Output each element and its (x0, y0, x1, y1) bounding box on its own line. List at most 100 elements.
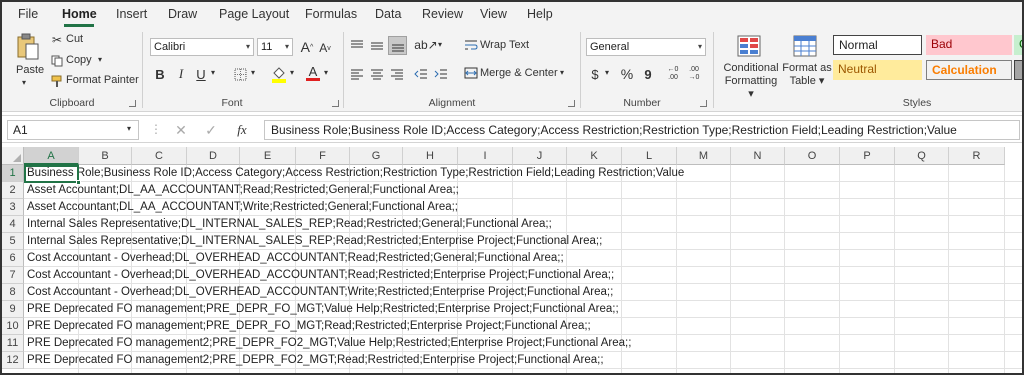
style-normal[interactable]: Normal (833, 35, 922, 55)
middle-align-icon[interactable] (369, 38, 385, 54)
font-color-icon[interactable]: A (305, 63, 321, 83)
cell-a7[interactable]: Cost Accountant - Overhead;DL_OVERHEAD_A… (27, 267, 614, 284)
align-right-icon[interactable] (389, 66, 405, 82)
enter-icon[interactable]: ✓ (204, 122, 218, 138)
comma-style-button[interactable]: 9 (642, 65, 654, 83)
increase-decimal-button[interactable]: ←0 .00 (664, 65, 682, 83)
insert-function-icon[interactable]: fx (234, 122, 250, 138)
alignment-launcher-icon[interactable] (568, 100, 575, 107)
column-header-i[interactable]: I (458, 147, 513, 165)
cut-button[interactable]: Cut (66, 33, 83, 45)
column-header-c[interactable]: C (132, 147, 187, 165)
row-header[interactable]: 10 (2, 318, 24, 335)
number-launcher-icon[interactable] (700, 100, 707, 107)
grow-font-icon[interactable]: A ^ (299, 38, 315, 56)
fill-color-dropdown-icon[interactable]: ▾ (290, 68, 294, 77)
column-header-d[interactable]: D (187, 147, 240, 165)
copy-button[interactable]: Copy (66, 54, 92, 66)
bottom-align-icon[interactable] (388, 36, 407, 55)
column-header-g[interactable]: G (350, 147, 403, 165)
tab-view[interactable]: View (480, 7, 507, 21)
cell-a4[interactable]: Internal Sales Representative;DL_INTERNA… (27, 216, 552, 233)
format-as-table-button[interactable]: Format as Table ▾ (782, 62, 832, 88)
column-header-b[interactable]: B (79, 147, 132, 165)
paste-button[interactable]: Paste (16, 64, 44, 76)
column-header-p[interactable]: P (840, 147, 895, 165)
tab-formulas[interactable]: Formulas (305, 7, 357, 21)
column-header-k[interactable]: K (567, 147, 622, 165)
tab-help[interactable]: Help (527, 7, 553, 21)
borders-dropdown-icon[interactable]: ▾ (251, 68, 255, 77)
underline-dropdown-icon[interactable]: ▾ (211, 68, 215, 77)
tab-insert[interactable]: Insert (116, 7, 147, 21)
column-header-q[interactable]: Q (895, 147, 949, 165)
font-color-dropdown-icon[interactable]: ▾ (324, 68, 328, 77)
fill-handle[interactable] (76, 180, 81, 185)
column-header-o[interactable]: O (785, 147, 840, 165)
shrink-font-icon[interactable]: Av (318, 39, 332, 57)
column-header-a[interactable]: A (24, 147, 79, 165)
number-format-select[interactable]: General ▾ (586, 38, 706, 56)
decrease-indent-icon[interactable] (413, 66, 429, 82)
cell-a12[interactable]: PRE Deprecated FO management2;PRE_DEPR_F… (27, 352, 604, 369)
row-header[interactable]: 5 (2, 233, 24, 250)
align-center-icon[interactable] (369, 66, 385, 82)
row-header[interactable]: 1 (2, 165, 24, 182)
cancel-icon[interactable]: ✕ (174, 122, 188, 138)
row-header[interactable]: 11 (2, 335, 24, 352)
row-header[interactable]: 2 (2, 182, 24, 199)
merge-center-button[interactable]: Merge & Center (480, 67, 558, 79)
cell-a6[interactable]: Cost Accountant - Overhead;DL_OVERHEAD_A… (27, 250, 564, 267)
font-launcher-icon[interactable] (332, 100, 339, 107)
orientation-icon[interactable]: ab↗ (414, 37, 437, 53)
font-size-select[interactable]: 11 ▾ (257, 38, 293, 56)
align-left-icon[interactable] (349, 66, 365, 82)
style-neutral[interactable]: Neutral (833, 60, 922, 80)
cell-a11[interactable]: PRE Deprecated FO management2;PRE_DEPR_F… (27, 335, 631, 352)
top-align-icon[interactable] (349, 38, 365, 54)
select-all-button[interactable] (2, 147, 24, 165)
cell-a2[interactable]: Asset Accountant;DL_AA_ACCOUNTANT;Read;R… (27, 182, 459, 199)
fill-color-icon[interactable] (270, 64, 288, 84)
percent-button[interactable]: % (619, 65, 635, 83)
name-box[interactable]: A1 (7, 120, 139, 140)
bold-button[interactable]: B (153, 65, 167, 83)
row-header[interactable]: 4 (2, 216, 24, 233)
column-header-l[interactable]: L (622, 147, 677, 165)
font-name-select[interactable]: Calibri ▾ (150, 38, 254, 56)
cell-a1[interactable]: Business Role;Business Role ID;Access Ca… (27, 165, 684, 182)
column-header-h[interactable]: H (403, 147, 458, 165)
currency-dropdown-icon[interactable]: ▾ (605, 68, 609, 77)
tab-file[interactable]: File (18, 7, 38, 21)
borders-icon[interactable] (232, 65, 248, 83)
cell-a3[interactable]: Asset Accountant;DL_AA_ACCOUNTANT;Write;… (27, 199, 458, 216)
tab-review[interactable]: Review (422, 7, 463, 21)
row-header[interactable]: 12 (2, 352, 24, 369)
tab-page-layout[interactable]: Page Layout (219, 7, 289, 21)
column-header-n[interactable]: N (731, 147, 785, 165)
style-check-cell[interactable] (1014, 60, 1022, 80)
row-header[interactable]: 3 (2, 199, 24, 216)
format-painter-button[interactable]: Format Painter (66, 74, 139, 86)
formula-input[interactable]: Business Role;Business Role ID;Access Ca… (264, 120, 1020, 140)
conditional-formatting-button[interactable]: Conditional Formatting ▾ (722, 62, 780, 101)
column-header-e[interactable]: E (240, 147, 296, 165)
row-header[interactable]: 8 (2, 284, 24, 301)
wrap-text-button[interactable]: Wrap Text (480, 39, 529, 51)
decrease-decimal-button[interactable]: .00 →0 (685, 65, 703, 83)
name-box-dropdown-icon[interactable]: ▾ (127, 124, 131, 133)
style-calculation[interactable]: Calculation (926, 60, 1012, 80)
column-header-r[interactable]: R (949, 147, 1005, 165)
column-header-j[interactable]: J (513, 147, 567, 165)
clipboard-launcher-icon[interactable] (129, 100, 136, 107)
cell-a10[interactable]: PRE Deprecated FO management;PRE_DEPR_FO… (27, 318, 591, 335)
row-header[interactable]: 6 (2, 250, 24, 267)
cell-a5[interactable]: Internal Sales Representative;DL_INTERNA… (27, 233, 602, 250)
style-good[interactable]: G (1014, 35, 1022, 55)
merge-dropdown-icon[interactable]: ▾ (560, 68, 564, 77)
orientation-dropdown-icon[interactable]: ▾ (438, 40, 442, 49)
paste-dropdown-icon[interactable]: ▾ (22, 78, 26, 87)
increase-indent-icon[interactable] (433, 66, 449, 82)
italic-button[interactable]: I (174, 65, 188, 83)
row-header[interactable]: 7 (2, 267, 24, 284)
